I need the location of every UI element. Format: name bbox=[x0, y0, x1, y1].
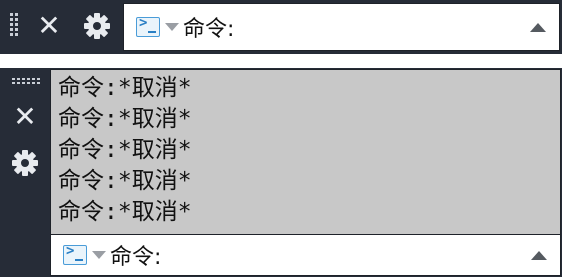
command-prompt-label: 命令: bbox=[183, 17, 235, 42]
history-line: 命令:*取消* bbox=[58, 199, 192, 225]
drag-handle-grip[interactable] bbox=[12, 78, 40, 84]
history-line: 命令:*取消* bbox=[58, 106, 192, 132]
drag-handle-grip[interactable] bbox=[10, 13, 18, 39]
command-line-toolbar: ✕ 命令: bbox=[0, 0, 562, 54]
command-prompt-icon[interactable] bbox=[63, 243, 87, 265]
gear-icon[interactable] bbox=[81, 10, 113, 42]
expand-history-up-icon[interactable] bbox=[530, 23, 546, 32]
command-history-panel: ✕ 命令:*取消* 命令:*取消* 命令:*取消* 命令:*取消* 命令:*取消… bbox=[0, 68, 562, 277]
expand-history-up-icon[interactable] bbox=[531, 251, 547, 260]
history-line: 命令:*取消* bbox=[58, 168, 192, 194]
history-line: 命令:*取消* bbox=[58, 75, 192, 101]
gear-icon[interactable] bbox=[8, 146, 42, 180]
command-history-text[interactable]: 命令:*取消* 命令:*取消* 命令:*取消* 命令:*取消* 命令:*取消* bbox=[50, 69, 561, 234]
command-input-field[interactable]: 命令: bbox=[123, 3, 560, 51]
close-icon[interactable]: ✕ bbox=[10, 102, 40, 132]
command-prompt-icon[interactable] bbox=[136, 15, 160, 37]
recent-commands-dropdown-icon[interactable] bbox=[92, 251, 106, 259]
history-line: 命令:*取消* bbox=[58, 137, 192, 163]
command-input-field[interactable]: 命令: bbox=[50, 234, 561, 276]
recent-commands-dropdown-icon[interactable] bbox=[165, 23, 179, 31]
close-icon[interactable]: ✕ bbox=[34, 11, 64, 41]
command-prompt-label: 命令: bbox=[110, 245, 162, 270]
